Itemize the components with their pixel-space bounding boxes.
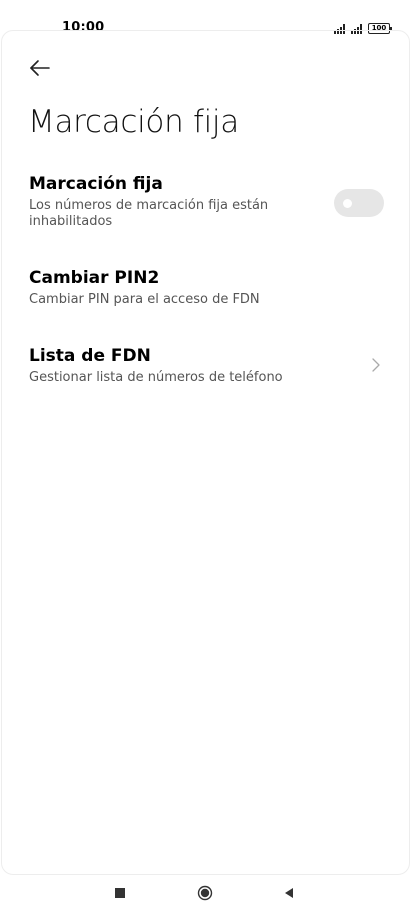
setting-subtitle: Gestionar lista de números de teléfono <box>29 370 283 385</box>
fixed-dialing-toggle[interactable] <box>334 189 384 217</box>
triangle-back-icon[interactable] <box>283 887 295 899</box>
square-icon[interactable] <box>115 888 125 898</box>
setting-subtitle: Los números de marcación fija están inha… <box>29 198 269 229</box>
navigation-bar <box>0 875 412 915</box>
status-icons: 100 <box>334 22 392 34</box>
toggle-knob <box>343 199 352 208</box>
status-time: 10:00 <box>62 20 105 35</box>
signal-icon <box>334 24 345 34</box>
setting-title: Cambiar PIN2 <box>29 268 160 288</box>
battery-icon: 100 <box>368 23 392 34</box>
setting-fdn-list[interactable]: Lista de FDN Gestionar lista de números … <box>0 346 412 394</box>
arrow-left-icon <box>30 60 50 76</box>
setting-title: Marcación fija <box>29 174 163 194</box>
back-button[interactable] <box>26 54 54 82</box>
setting-change-pin2[interactable]: Cambiar PIN2 Cambiar PIN para el acceso … <box>0 268 412 316</box>
status-bar: 10:00 100 <box>0 0 412 56</box>
setting-title: Lista de FDN <box>29 346 151 366</box>
screen-frame <box>1 30 410 875</box>
setting-fixed-dialing[interactable]: Marcación fija Los números de marcación … <box>0 174 412 238</box>
setting-subtitle: Cambiar PIN para el acceso de FDN <box>29 292 260 307</box>
circle-icon[interactable] <box>197 885 213 901</box>
chevron-right-icon <box>372 358 380 372</box>
signal-icon-2 <box>351 24 362 34</box>
page-title: Marcación fija <box>28 104 239 140</box>
